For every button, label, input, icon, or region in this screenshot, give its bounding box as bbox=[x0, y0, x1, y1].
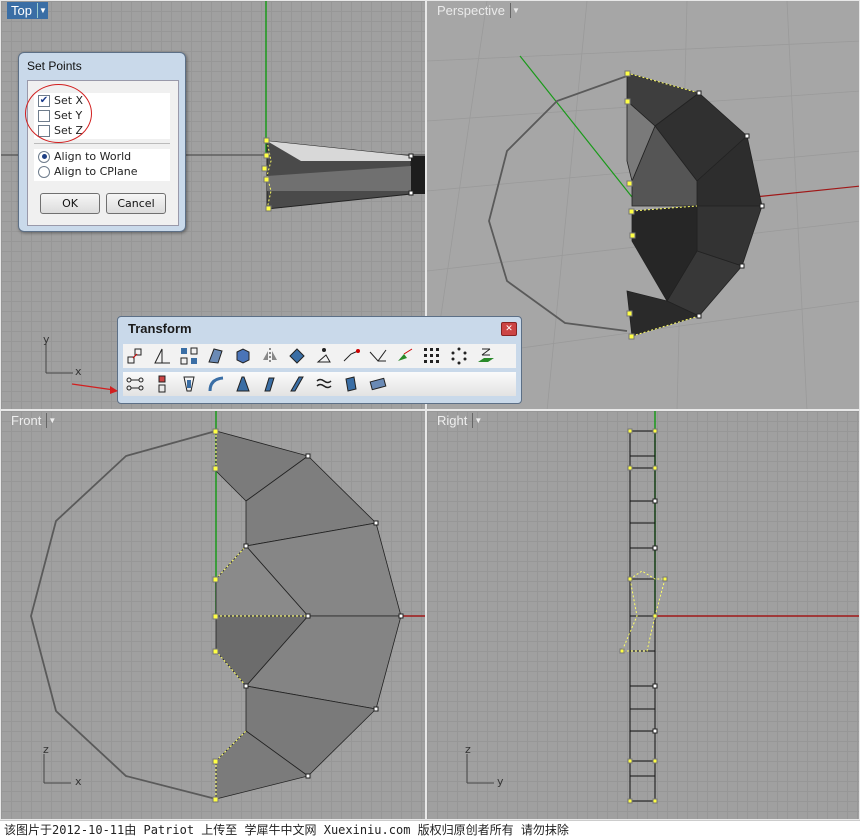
grid-array-icon[interactable] bbox=[420, 345, 444, 367]
transform-toolbar[interactable]: Transform ✕ bbox=[117, 316, 522, 404]
viewport-front[interactable]: z x Front ▼ bbox=[0, 410, 426, 820]
ok-button[interactable]: OK bbox=[40, 193, 100, 214]
align-icon[interactable] bbox=[150, 373, 174, 395]
taper-icon[interactable] bbox=[177, 373, 201, 395]
red-arrow-indicator bbox=[71, 383, 118, 394]
align-world-radio[interactable]: Align to World bbox=[34, 149, 170, 164]
viewport-perspective-title[interactable]: Perspective ▼ bbox=[433, 2, 521, 19]
dialog-title: Set Points bbox=[27, 59, 82, 73]
chevron-down-icon[interactable]: ▼ bbox=[36, 3, 48, 18]
smash-icon[interactable] bbox=[258, 373, 282, 395]
align-world-label: Align to World bbox=[54, 150, 132, 163]
viewport-perspective-label: Perspective bbox=[437, 3, 505, 18]
mirror-icon[interactable] bbox=[258, 345, 282, 367]
box-edit-icon[interactable] bbox=[231, 345, 255, 367]
flow-icon[interactable] bbox=[366, 345, 390, 367]
viewport-top-title[interactable]: Top ▼ bbox=[7, 2, 48, 19]
viewport-right-label: Right bbox=[437, 413, 468, 428]
toolbar-row-1 bbox=[123, 344, 516, 368]
align-radio-group: Align to World Align to CPlane bbox=[34, 149, 170, 181]
radio-selected-icon[interactable] bbox=[38, 150, 50, 163]
cage-icon[interactable] bbox=[339, 373, 363, 395]
shear-icon[interactable] bbox=[204, 345, 228, 367]
stretch-icon[interactable] bbox=[231, 373, 255, 395]
highlight-ellipse bbox=[25, 84, 92, 143]
chevron-down-icon[interactable]: ▼ bbox=[472, 413, 483, 428]
cage-edit-icon[interactable] bbox=[366, 373, 390, 395]
axis-y-label: y bbox=[497, 775, 504, 788]
rotate-icon[interactable] bbox=[285, 345, 309, 367]
front-view-canvas bbox=[30, 411, 425, 803]
divider bbox=[34, 143, 170, 144]
watermark-footer: 该图片于2012-10-11由 Patriot 上传至 学犀牛中文网 Xuexi… bbox=[0, 820, 860, 838]
scale-1d-icon[interactable] bbox=[150, 345, 174, 367]
cancel-button[interactable]: Cancel bbox=[106, 193, 166, 214]
polar-array-icon[interactable] bbox=[447, 345, 471, 367]
scale-icon[interactable] bbox=[123, 345, 147, 367]
align-cplane-label: Align to CPlane bbox=[54, 165, 138, 178]
toolbar-title: Transform bbox=[128, 321, 192, 336]
project-icon[interactable] bbox=[474, 345, 498, 367]
chevron-down-icon[interactable]: ▼ bbox=[509, 3, 521, 18]
twist-icon[interactable] bbox=[393, 345, 417, 367]
chevron-down-icon[interactable]: ▼ bbox=[46, 413, 57, 428]
array-icon[interactable] bbox=[177, 345, 201, 367]
set-points-icon[interactable] bbox=[312, 345, 336, 367]
viewport-right[interactable]: z y Right ▼ bbox=[426, 410, 860, 820]
viewport-right-title[interactable]: Right ▼ bbox=[433, 412, 483, 429]
orient-icon[interactable] bbox=[339, 345, 363, 367]
viewport-top-label: Top bbox=[11, 3, 32, 18]
splop-icon[interactable] bbox=[312, 373, 336, 395]
set-pt-icon[interactable] bbox=[123, 373, 147, 395]
viewport-front-title[interactable]: Front ▼ bbox=[7, 412, 57, 429]
right-view-canvas bbox=[466, 411, 859, 804]
axis-x-label: x bbox=[75, 775, 82, 788]
flow-along-icon[interactable] bbox=[285, 373, 309, 395]
align-cplane-radio[interactable]: Align to CPlane bbox=[34, 164, 170, 179]
radio-icon[interactable] bbox=[38, 165, 50, 178]
toolbar-row-2 bbox=[123, 372, 516, 396]
axis-z-label: z bbox=[465, 743, 471, 756]
bend-icon[interactable] bbox=[204, 373, 228, 395]
close-icon[interactable]: ✕ bbox=[501, 322, 517, 336]
axis-z-label: z bbox=[43, 743, 49, 756]
set-points-dialog[interactable]: Set Points ✔ Set X Set Y Set Z Align to … bbox=[18, 52, 186, 232]
viewport-front-label: Front bbox=[11, 413, 42, 428]
axis-x-label: x bbox=[75, 365, 82, 378]
axis-y-label: y bbox=[43, 333, 50, 346]
